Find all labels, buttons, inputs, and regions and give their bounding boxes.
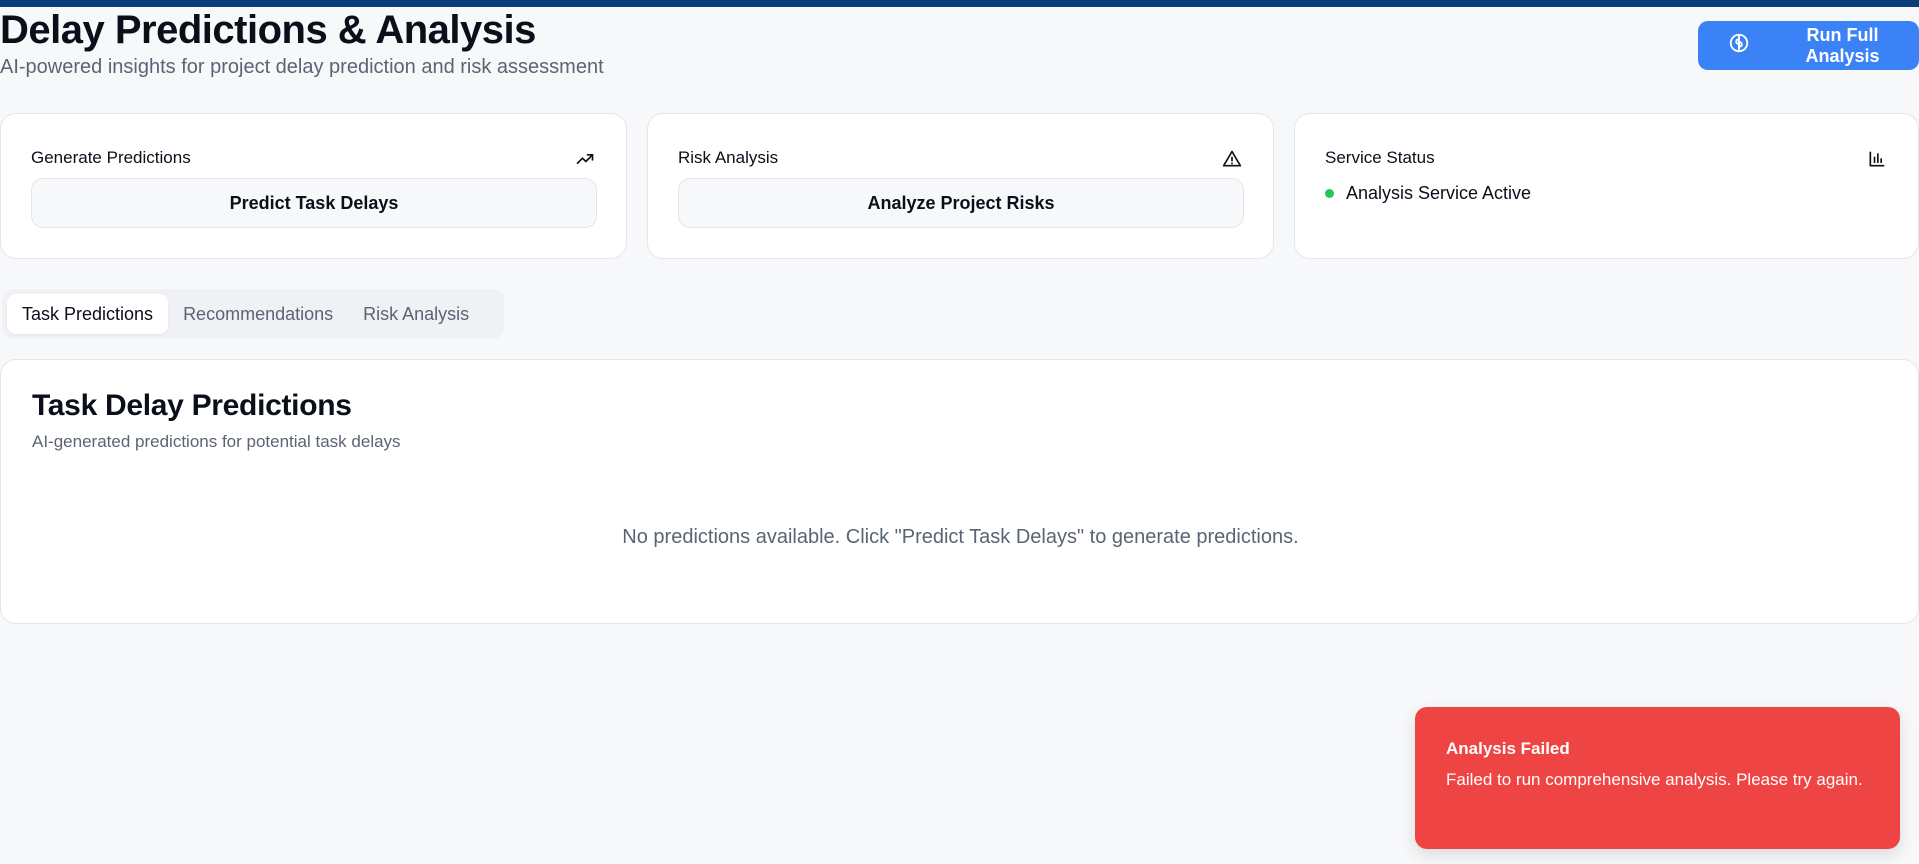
run-full-analysis-button[interactable]: Run Full Analysis	[1698, 21, 1919, 70]
toast-message: Failed to run comprehensive analysis. Pl…	[1446, 770, 1863, 789]
bar-chart-icon	[1866, 148, 1888, 170]
panel-title: Task Delay Predictions	[32, 389, 352, 422]
trending-up-icon	[574, 148, 596, 170]
status-indicator-dot	[1325, 189, 1334, 198]
service-status-card: Service Status Analysis Service Active	[1294, 113, 1919, 259]
page-title: Delay Predictions & Analysis	[0, 8, 536, 52]
card-title: Risk Analysis	[678, 148, 779, 167]
empty-state-message: No predictions available. Click "Predict…	[622, 526, 1299, 548]
task-delay-predictions-panel: Task Delay Predictions AI-generated pred…	[0, 359, 1919, 624]
status-text: Analysis Service Active	[1346, 183, 1532, 203]
error-toast[interactable]: Analysis Failed Failed to run comprehens…	[1415, 707, 1900, 849]
top-accent-bar	[0, 0, 1919, 7]
tab-risk-analysis[interactable]: Risk Analysis	[348, 294, 484, 334]
risk-analysis-card: Risk Analysis Analyze Project Risks	[647, 113, 1274, 259]
toast-title: Analysis Failed	[1446, 739, 1570, 758]
card-title: Service Status	[1325, 148, 1435, 167]
generate-predictions-card: Generate Predictions Predict Task Delays	[0, 113, 627, 259]
analyze-project-risks-button[interactable]: Analyze Project Risks	[678, 178, 1244, 228]
service-status-row: Analysis Service Active	[1325, 183, 1531, 204]
panel-subtitle: AI-generated predictions for potential t…	[32, 432, 401, 451]
tab-task-predictions[interactable]: Task Predictions	[7, 294, 169, 334]
page-subtitle: AI-powered insights for project delay pr…	[0, 56, 604, 78]
run-full-analysis-label: Run Full Analysis	[1805, 24, 1880, 66]
predict-task-delays-button[interactable]: Predict Task Delays	[31, 178, 597, 228]
tab-recommendations[interactable]: Recommendations	[168, 294, 348, 334]
analysis-tabs: Task Predictions Recommendations Risk An…	[2, 289, 504, 339]
brain-icon	[1728, 32, 1750, 59]
empty-state-message-wrap: No predictions available. Click "Predict…	[1, 526, 1919, 549]
alert-triangle-icon	[1221, 148, 1243, 170]
card-title: Generate Predictions	[31, 148, 191, 167]
